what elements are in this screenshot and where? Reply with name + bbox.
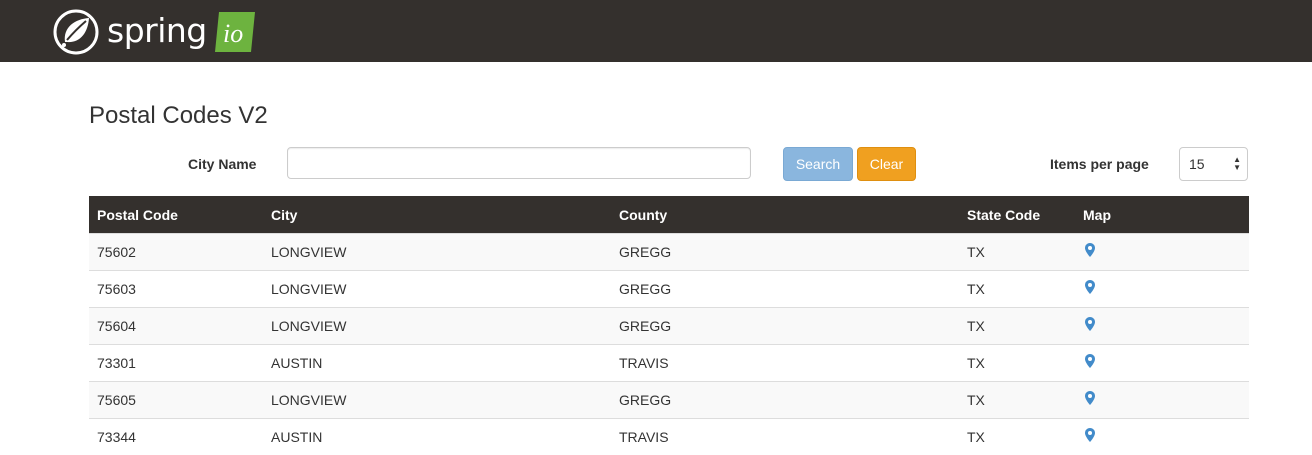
cell-county: GREGG	[619, 318, 672, 334]
clear-button[interactable]: Clear	[857, 147, 916, 181]
table-row[interactable]: 75603 LONGVIEW GREGG TX	[89, 270, 1249, 307]
map-marker-icon[interactable]	[1085, 428, 1095, 442]
cell-postal-code: 75602	[97, 244, 136, 260]
cell-map	[1075, 428, 1249, 442]
search-button[interactable]: Search	[783, 147, 853, 181]
column-header-map: Map	[1083, 206, 1111, 223]
cell-county: GREGG	[619, 281, 672, 297]
table-row[interactable]: 75604 LONGVIEW GREGG TX	[89, 307, 1249, 344]
items-per-page-select[interactable]: 15 ▲ ▼	[1179, 147, 1248, 181]
cell-postal-code: 75603	[97, 281, 136, 297]
table-row[interactable]: 75605 LONGVIEW GREGG TX	[89, 381, 1249, 418]
cell-state-code: TX	[967, 318, 985, 334]
cell-city: AUSTIN	[271, 355, 323, 371]
map-marker-icon[interactable]	[1085, 354, 1095, 368]
city-name-input[interactable]	[287, 147, 751, 179]
items-per-page-value: 15	[1189, 156, 1205, 172]
items-per-page-label: Items per page	[1050, 156, 1149, 172]
table-row[interactable]: 73301 AUSTIN TRAVIS TX	[89, 344, 1249, 381]
city-name-label: City Name	[188, 156, 257, 172]
logo-wordmark: spring	[107, 10, 207, 50]
cell-map	[1075, 391, 1249, 405]
cell-city: LONGVIEW	[271, 244, 347, 260]
map-marker-icon[interactable]	[1085, 317, 1095, 331]
column-header-city[interactable]: City	[263, 207, 611, 223]
cell-map	[1075, 243, 1249, 257]
svg-text:io: io	[223, 19, 243, 48]
cell-map	[1075, 317, 1249, 331]
cell-state-code: TX	[967, 355, 985, 371]
map-marker-icon[interactable]	[1085, 243, 1095, 257]
cell-city: LONGVIEW	[271, 281, 347, 297]
top-navbar: spring io	[0, 0, 1312, 62]
table-row[interactable]: 73344 AUSTIN TRAVIS TX	[89, 418, 1249, 455]
cell-state-code: TX	[967, 244, 985, 260]
page-title: Postal Codes V2	[89, 102, 268, 129]
cell-county: GREGG	[619, 244, 672, 260]
cell-county: TRAVIS	[619, 429, 669, 445]
cell-county: GREGG	[619, 392, 672, 408]
postal-codes-table: Postal Code City County State Code Map 7…	[89, 196, 1249, 455]
select-arrows-icon: ▲ ▼	[1233, 155, 1241, 172]
cell-city: LONGVIEW	[271, 318, 347, 334]
cell-county: TRAVIS	[619, 355, 669, 371]
table-row[interactable]: 75602 LONGVIEW GREGG TX	[89, 233, 1249, 270]
map-marker-icon[interactable]	[1085, 280, 1095, 294]
column-header-postal-code[interactable]: Postal Code	[89, 207, 263, 223]
column-header-county[interactable]: County	[611, 207, 959, 223]
spring-leaf-icon	[53, 9, 99, 55]
column-header-state-code[interactable]: State Code	[959, 207, 1075, 223]
cell-map	[1075, 354, 1249, 368]
spring-io-logo[interactable]: spring io	[53, 9, 257, 55]
map-marker-icon[interactable]	[1085, 391, 1095, 405]
table-header: Postal Code City County State Code Map	[89, 196, 1249, 233]
io-badge-icon: io	[214, 12, 255, 52]
cell-state-code: TX	[967, 392, 985, 408]
cell-map	[1075, 280, 1249, 294]
cell-postal-code: 75604	[97, 318, 136, 334]
cell-city: AUSTIN	[271, 429, 323, 445]
cell-city: LONGVIEW	[271, 392, 347, 408]
cell-state-code: TX	[967, 281, 985, 297]
cell-postal-code: 75605	[97, 392, 136, 408]
cell-postal-code: 73344	[97, 429, 136, 445]
cell-postal-code: 73301	[97, 355, 136, 371]
cell-state-code: TX	[967, 429, 985, 445]
